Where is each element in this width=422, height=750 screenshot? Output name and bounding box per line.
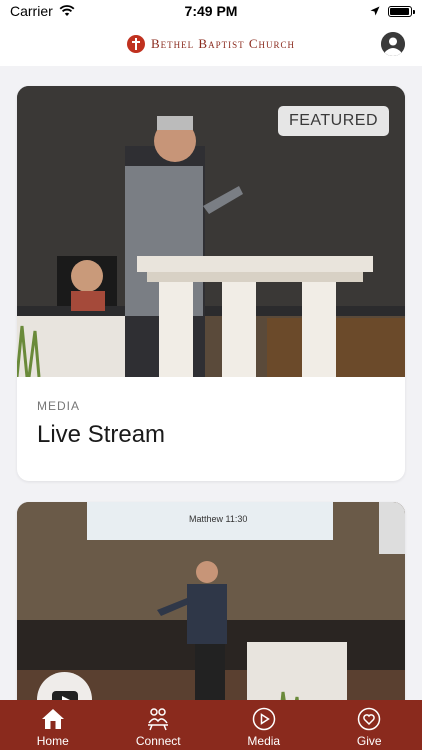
status-left: Carrier — [10, 3, 130, 19]
status-time: 7:49 PM — [184, 3, 238, 19]
home-icon — [40, 706, 66, 732]
card-title: Live Stream — [37, 421, 166, 448]
sermon-video-card[interactable]: Matthew 11:30 — [17, 502, 405, 700]
home-feed[interactable]: FEATURED MEDIA Live Stream Matthew 11:30 — [0, 66, 422, 700]
tab-home-label: Home — [36, 734, 69, 748]
logo-text: Bethel Baptist Church — [150, 36, 295, 51]
status-right — [292, 5, 415, 17]
tab-media[interactable]: Media — [211, 700, 317, 750]
cross-logo-icon — [126, 35, 145, 53]
tab-media-label: Media — [247, 734, 281, 748]
location-arrow-icon — [370, 6, 380, 16]
status-bar: Carrier 7:49 PM — [0, 0, 422, 22]
tab-connect[interactable]: Connect — [106, 700, 212, 750]
sermon-video-thumbnail: Matthew 11:30 — [17, 502, 405, 700]
live-stream-card[interactable]: FEATURED MEDIA Live Stream — [17, 86, 405, 481]
scripture-screen-text: Matthew 11:30 — [189, 514, 248, 524]
play-circle-icon — [251, 706, 277, 732]
tab-home[interactable]: Home — [0, 700, 106, 750]
tab-connect-label: Connect — [135, 734, 181, 748]
heart-circle-icon — [356, 706, 382, 732]
profile-button[interactable] — [381, 32, 405, 56]
app-header: Bethel Baptist Church — [0, 22, 422, 66]
profile-icon — [381, 32, 405, 56]
card-body: MEDIA Live Stream — [17, 377, 405, 471]
youtube-icon — [51, 690, 78, 700]
people-icon — [145, 706, 171, 732]
wifi-icon — [59, 5, 75, 16]
battery-icon — [387, 5, 415, 17]
tab-give[interactable]: Give — [317, 700, 422, 750]
sermon-photo: FEATURED — [17, 86, 405, 377]
church-logo[interactable]: Bethel Baptist Church — [126, 35, 295, 53]
featured-badge: FEATURED — [277, 106, 389, 136]
tab-bar: Home Connect Media Give — [0, 700, 422, 750]
carrier-label: Carrier — [10, 3, 53, 19]
tab-give-label: Give — [356, 734, 382, 748]
card-category: MEDIA — [37, 399, 81, 413]
battery-level — [389, 7, 409, 15]
